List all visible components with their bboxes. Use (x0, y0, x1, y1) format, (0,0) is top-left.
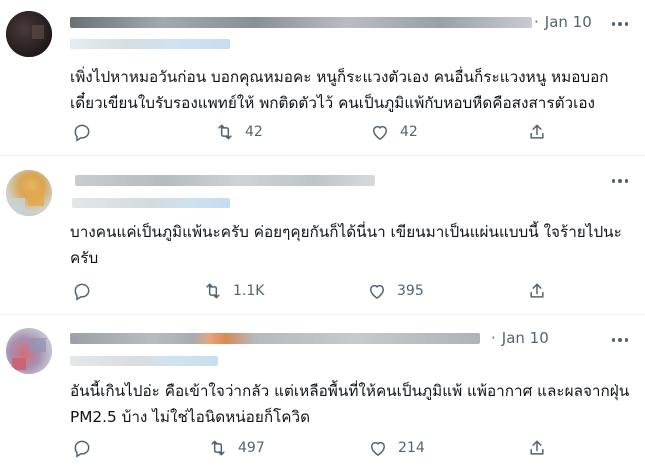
like-count: 214 (398, 440, 425, 456)
share-button[interactable] (527, 279, 547, 303)
retweet-button[interactable]: 42 (215, 120, 263, 144)
like-button[interactable]: 42 (370, 120, 418, 144)
tweet-text: บางคนแค่เป็นภูมิแพ้นะครับ ค่อยๆคุยกันก็ไ… (70, 223, 622, 267)
retweet-icon (206, 283, 220, 299)
tweet-date[interactable]: · Jan 10 (534, 12, 592, 32)
like-icon (373, 125, 387, 140)
like-button[interactable]: 214 (368, 436, 425, 460)
reply-to-obscured (72, 198, 230, 208)
like-count: 395 (397, 283, 424, 299)
retweet-icon (218, 124, 232, 140)
retweet-count: 497 (238, 440, 265, 456)
avatar[interactable] (6, 11, 52, 57)
retweet-button[interactable]: 497 (208, 436, 265, 460)
tweet[interactable]: · Jan 10 เพิ่งไปหาหมอวันก่อน บอกคุณหมอคะ … (0, 0, 645, 156)
tweet-feed: · Jan 10 เพิ่งไปหาหมอวันก่อน บอกคุณหมอคะ … (0, 0, 645, 471)
reply-to-obscured (70, 356, 218, 366)
retweet-button[interactable]: 1.1K (203, 279, 264, 303)
reply-icon (74, 283, 90, 301)
more-icon[interactable] (609, 14, 631, 34)
retweet-count: 42 (245, 124, 263, 140)
display-name-obscured[interactable] (70, 333, 480, 344)
tweet-header (70, 169, 631, 193)
reply-button[interactable] (72, 120, 102, 144)
display-name-obscured[interactable] (75, 175, 375, 186)
share-button[interactable] (527, 436, 547, 460)
tweet-text: อันนี้เกินไปอ่ะ คือเข้าใจว่ากลัว แต่เหลื… (70, 382, 635, 426)
retweet-count: 1.1K (233, 283, 265, 299)
tweet-actions: 1.1K 395 (70, 279, 570, 303)
avatar[interactable] (6, 328, 52, 374)
like-icon (371, 441, 385, 456)
like-button[interactable]: 395 (367, 279, 424, 303)
share-icon (530, 124, 544, 139)
avatar[interactable] (6, 170, 52, 216)
tweet-date-text: Jan 10 (501, 329, 549, 347)
reply-button[interactable] (72, 279, 102, 303)
reply-button[interactable] (72, 436, 102, 460)
tweet[interactable]: · Jan 10 อันนี้เกินไปอ่ะ คือเข้าใจว่ากลัว… (0, 315, 645, 471)
share-icon (530, 440, 544, 455)
share-icon (530, 283, 544, 298)
more-icon[interactable] (609, 171, 631, 191)
reply-to-obscured (70, 39, 230, 49)
share-button[interactable] (527, 120, 547, 144)
reply-icon (74, 124, 90, 142)
tweet-header: · Jan 10 (70, 328, 631, 352)
tweet-text: เพิ่งไปหาหมอวันก่อน บอกคุณหมอคะ หนูก็ระแ… (70, 68, 609, 112)
retweet-icon (211, 440, 225, 456)
tweet-actions: 497 214 (70, 436, 570, 460)
tweet-actions: 42 42 (70, 120, 570, 144)
reply-icon (74, 440, 90, 458)
more-icon[interactable] (609, 330, 631, 350)
tweet-header: · Jan 10 (70, 12, 631, 36)
tweet-date-text: Jan 10 (544, 13, 592, 31)
display-name-obscured[interactable] (70, 17, 532, 28)
like-icon (370, 284, 384, 299)
tweet[interactable]: บางคนแค่เป็นภูมิแพ้นะครับ ค่อยๆคุยกันก็ไ… (0, 156, 645, 315)
like-count: 42 (400, 124, 418, 140)
tweet-date[interactable]: · Jan 10 (491, 328, 549, 348)
